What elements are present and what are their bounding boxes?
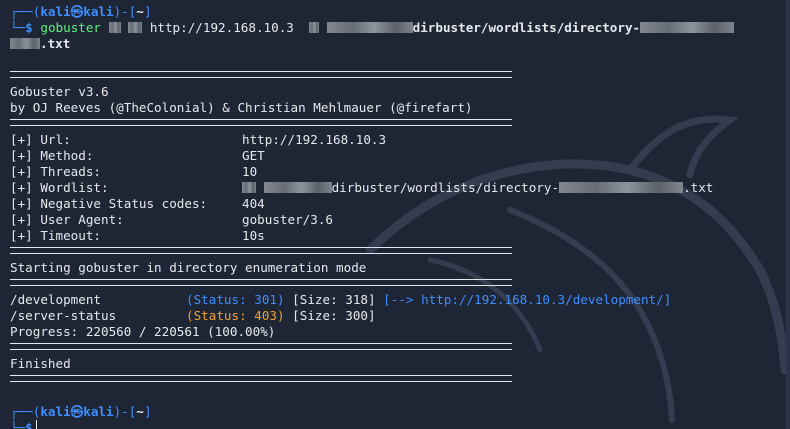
- start-message: Starting gobuster in directory enumerati…: [10, 260, 367, 275]
- config-value-ext: .txt: [683, 180, 714, 195]
- prompt-bracket-close: ]: [143, 404, 152, 419]
- command-url: http://192.168.10.3: [149, 20, 294, 35]
- result-path: /server-status: [10, 308, 117, 323]
- prompt-corner-top: ┌──(: [10, 4, 41, 19]
- config-key: [+] Threads:: [10, 164, 101, 179]
- finished-message: Finished: [10, 356, 71, 371]
- command-wordlist-ext: .txt: [40, 36, 71, 51]
- config-row: [+] Url: http://192.168.10.3: [10, 132, 790, 148]
- command-line-wrap: .txt: [10, 36, 790, 52]
- command-line: └─$ gobuster http://192.168.10.3 dirbust…: [10, 20, 790, 36]
- prompt-user-host: kali㉿kali: [40, 4, 114, 19]
- result-status: (Status: 301): [186, 292, 285, 307]
- terminal-window[interactable]: ┌──(kali㉿kali)-[~] └─$ gobuster http://1…: [0, 0, 790, 429]
- config-row: [+] Wordlist: dirbuster/wordlists/direct…: [10, 180, 790, 196]
- prompt-corner-top: ┌──(: [10, 404, 41, 419]
- config-row: [+] Threads: 10: [10, 164, 790, 180]
- result-size: [Size: 300]: [292, 308, 376, 323]
- config-value: http://192.168.10.3: [242, 132, 387, 147]
- command-wordlist-path: dirbuster/wordlists/directory-: [412, 20, 641, 35]
- prompt-directory: ~: [136, 4, 144, 19]
- input-prompt-line[interactable]: └─$: [10, 420, 790, 429]
- prompt-bracket-open: )-[: [113, 404, 137, 419]
- text-cursor[interactable]: [35, 420, 38, 429]
- prompt-corner-bottom: └─: [10, 20, 26, 35]
- result-row: /server-status (Status: 403) [Size: 300]: [10, 308, 790, 324]
- banner-authors: by OJ Reeves (@TheColonial) & Christian …: [10, 100, 473, 115]
- config-value: 10: [242, 164, 258, 179]
- prompt-line-top: ┌──(kali㉿kali)-[~]: [10, 4, 790, 20]
- redacted-block: [640, 22, 735, 33]
- result-path: /development: [10, 292, 101, 307]
- separator-rule: [10, 375, 512, 382]
- config-row: [+] User Agent: gobuster/3.6: [10, 212, 790, 228]
- config-value: dirbuster/wordlists/directory-: [331, 180, 560, 195]
- result-redirect-link[interactable]: [--> http://192.168.10.3/development/]: [383, 292, 671, 307]
- prompt-bracket-open: )-[: [113, 4, 137, 19]
- separator-rule: [10, 71, 512, 78]
- prompt-bracket-close: ]: [143, 4, 152, 19]
- separator-rule: [10, 247, 512, 254]
- config-value: 404: [242, 196, 265, 211]
- result-status: (Status: 403): [186, 308, 285, 323]
- prompt-symbol: $: [25, 420, 33, 429]
- redacted-block: [559, 182, 684, 193]
- separator-rule: [10, 119, 512, 126]
- result-row: /development (Status: 301) [Size: 318] [-…: [10, 292, 790, 308]
- separator-rule: [10, 279, 512, 286]
- config-key: [+] Url:: [10, 132, 71, 147]
- redacted-block: [242, 182, 256, 193]
- config-key: [+] Wordlist:: [10, 180, 109, 195]
- config-key: [+] User Agent:: [10, 212, 124, 227]
- prompt-user-host: kali㉿kali: [40, 404, 114, 419]
- prompt-directory: ~: [136, 404, 144, 419]
- banner-version: Gobuster v3.6: [10, 84, 109, 99]
- prompt-symbol: $: [25, 20, 33, 35]
- prompt-line-top: ┌──(kali㉿kali)-[~]: [10, 404, 790, 420]
- config-value: 10s: [242, 228, 265, 243]
- redacted-block: [108, 22, 121, 33]
- config-key: [+] Timeout:: [10, 228, 101, 243]
- separator-rule: [10, 343, 512, 350]
- config-row: [+] Timeout: 10s: [10, 228, 790, 244]
- config-value: GET: [242, 148, 265, 163]
- command-program: gobuster: [40, 20, 102, 35]
- prompt-corner-bottom: └─: [10, 420, 26, 429]
- config-row: [+] Negative Status codes: 404: [10, 196, 790, 212]
- config-key: [+] Negative Status codes:: [10, 196, 208, 211]
- redacted-block: [10, 38, 40, 49]
- redacted-block: [326, 22, 413, 33]
- progress-line: Progress: 220560 / 220561 (100.00%): [10, 324, 276, 339]
- redacted-block: [128, 22, 143, 33]
- redacted-block: [263, 182, 332, 193]
- config-value: gobuster/3.6: [242, 212, 333, 227]
- result-size: [Size: 318]: [292, 292, 376, 307]
- redacted-block: [309, 22, 320, 33]
- config-row: [+] Method: GET: [10, 148, 790, 164]
- config-key: [+] Method:: [10, 148, 94, 163]
